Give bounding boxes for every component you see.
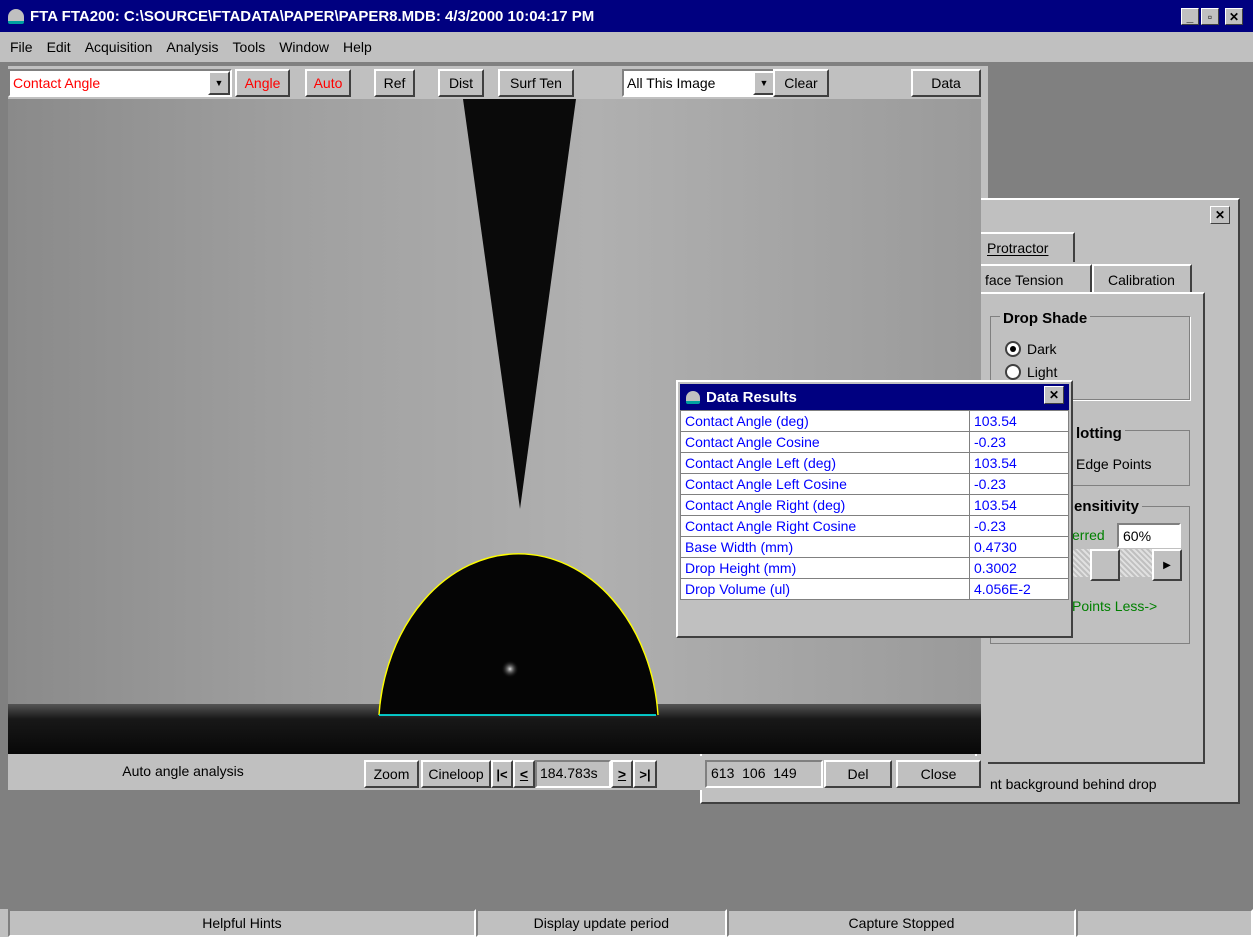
result-value: -0.23 — [969, 431, 1069, 453]
sensitivity-label: ensitivity — [1071, 498, 1143, 515]
app-icon — [8, 8, 24, 24]
result-value: 4.056E-2 — [969, 578, 1069, 600]
table-row: Drop Volume (ul) 4.056E-2 — [680, 578, 1069, 600]
table-row: Contact Angle (deg) 103.54 — [680, 410, 1069, 432]
scope-select[interactable]: All This Image ▼ — [622, 69, 777, 97]
table-row: Contact Angle Left Cosine -0.23 — [680, 473, 1069, 495]
table-row: Base Width (mm) 0.4730 — [680, 536, 1069, 558]
status-extra — [1076, 909, 1253, 937]
pixel-readout: 613 106 149 — [705, 760, 823, 788]
needle-shape — [463, 99, 576, 509]
data-button[interactable]: Data — [911, 69, 981, 97]
first-frame-button[interactable]: |< — [491, 760, 513, 788]
analysis-status: Auto angle analysis — [122, 763, 244, 779]
radio-empty-icon — [1005, 364, 1021, 380]
data-results-table: Contact Angle (deg) 103.54 Contact Angle C… — [680, 410, 1069, 600]
tab-protractor[interactable]: Protractor — [975, 232, 1075, 262]
time-readout: 184.783s — [535, 760, 611, 788]
result-label: Contact Angle Left (deg) — [680, 452, 970, 474]
result-value: 103.54 — [969, 494, 1069, 516]
close-app-button[interactable]: ✕ — [1225, 8, 1243, 25]
ref-button[interactable]: Ref — [374, 69, 415, 97]
panel-hint: nt background behind drop — [990, 776, 1157, 792]
prev-frame-button[interactable]: < — [513, 760, 535, 788]
tab-calibration[interactable]: Calibration — [1092, 264, 1192, 294]
del-button[interactable]: Del — [824, 760, 892, 788]
next-frame-button[interactable]: > — [611, 760, 633, 788]
chevron-down-icon[interactable]: ▼ — [208, 71, 230, 95]
menu-acquisition[interactable]: Acquisition — [85, 39, 153, 55]
slider-right-arrow-icon[interactable]: ▶ — [1152, 549, 1182, 581]
angle-button[interactable]: Angle — [235, 69, 290, 97]
table-row: Contact Angle Right Cosine -0.23 — [680, 515, 1069, 537]
minimize-button[interactable]: _ — [1181, 8, 1199, 25]
zoom-button[interactable]: Zoom — [364, 760, 419, 788]
drop-shape — [379, 553, 658, 715]
points-less-label: Points Less-> — [1072, 598, 1158, 614]
menu-bar: File Edit Acquisition Analysis Tools Win… — [0, 32, 1253, 62]
table-row: Contact Angle Right (deg) 103.54 — [680, 494, 1069, 516]
cineloop-button[interactable]: Cineloop — [421, 760, 491, 788]
reflection-spot — [501, 660, 519, 678]
result-label: Contact Angle (deg) — [680, 410, 970, 432]
result-label: Drop Height (mm) — [680, 557, 970, 579]
data-results-close-icon[interactable]: ✕ — [1044, 386, 1064, 404]
menu-analysis[interactable]: Analysis — [166, 39, 218, 55]
status-display-update: Display update period — [475, 909, 727, 937]
last-frame-button[interactable]: >| — [633, 760, 657, 788]
result-value: -0.23 — [969, 515, 1069, 537]
menu-edit[interactable]: Edit — [47, 39, 71, 55]
panel-close-icon[interactable]: ✕ — [1210, 206, 1230, 224]
result-label: Drop Volume (ul) — [680, 578, 970, 600]
menu-file[interactable]: File — [10, 39, 33, 55]
result-value: -0.23 — [969, 473, 1069, 495]
sensitivity-value[interactable]: 60% — [1117, 523, 1181, 548]
result-label: Base Width (mm) — [680, 536, 970, 558]
app-title-bar: FTA FTA200: C:\SOURCE\FTADATA\PAPER\PAPE… — [0, 0, 1253, 32]
result-value: 0.4730 — [969, 536, 1069, 558]
surf-ten-button[interactable]: Surf Ten — [498, 69, 574, 97]
result-label: Contact Angle Cosine — [680, 431, 970, 453]
table-row: Contact Angle Left (deg) 103.54 — [680, 452, 1069, 474]
app-icon — [686, 390, 700, 404]
close-button[interactable]: Close — [896, 760, 981, 788]
slider-thumb[interactable] — [1090, 549, 1120, 581]
data-results-title-bar: Data Results — [680, 384, 1069, 410]
result-value: 103.54 — [969, 410, 1069, 432]
table-row: Drop Height (mm) 0.3002 — [680, 557, 1069, 579]
menu-window[interactable]: Window — [279, 39, 329, 55]
result-value: 0.3002 — [969, 557, 1069, 579]
chevron-down-icon[interactable]: ▼ — [753, 71, 775, 95]
restore-button[interactable]: ▫ — [1201, 8, 1219, 25]
result-label: Contact Angle Right Cosine — [680, 515, 970, 537]
table-row: Contact Angle Cosine -0.23 — [680, 431, 1069, 453]
preferred-label: erred — [1072, 527, 1105, 543]
result-value: 103.54 — [969, 452, 1069, 474]
menu-help[interactable]: Help — [343, 39, 372, 55]
sensitivity-slider[interactable]: ▶ — [1072, 549, 1182, 581]
tab-surface-tension[interactable]: face Tension — [975, 264, 1092, 294]
menu-tools[interactable]: Tools — [233, 39, 266, 55]
mode-select[interactable]: Contact Angle ▼ — [8, 69, 232, 97]
data-results-title: Data Results — [706, 388, 797, 406]
status-capture: Capture Stopped — [726, 909, 1077, 937]
clear-button[interactable]: Clear — [773, 69, 829, 97]
result-label: Contact Angle Left Cosine — [680, 473, 970, 495]
auto-button[interactable]: Auto — [305, 69, 351, 97]
dark-radio[interactable]: Dark — [1005, 341, 1057, 357]
radio-selected-icon — [1005, 341, 1021, 357]
light-radio[interactable]: Light — [1005, 364, 1057, 380]
result-label: Contact Angle Right (deg) — [680, 494, 970, 516]
dist-button[interactable]: Dist — [438, 69, 484, 97]
data-results-window: Data Results Contact Angle (deg) 103.54 Co… — [676, 380, 1073, 638]
drop-shade-label: Drop Shade — [1000, 310, 1091, 327]
app-title: FTA FTA200: C:\SOURCE\FTADATA\PAPER\PAPE… — [30, 7, 595, 25]
status-helpful-hints: Helpful Hints — [8, 909, 476, 937]
edge-points-label: Edge Points — [1076, 456, 1152, 472]
status-bar: Helpful Hints Display update period Capt… — [0, 909, 1253, 937]
plotting-label: lotting — [1073, 425, 1125, 442]
